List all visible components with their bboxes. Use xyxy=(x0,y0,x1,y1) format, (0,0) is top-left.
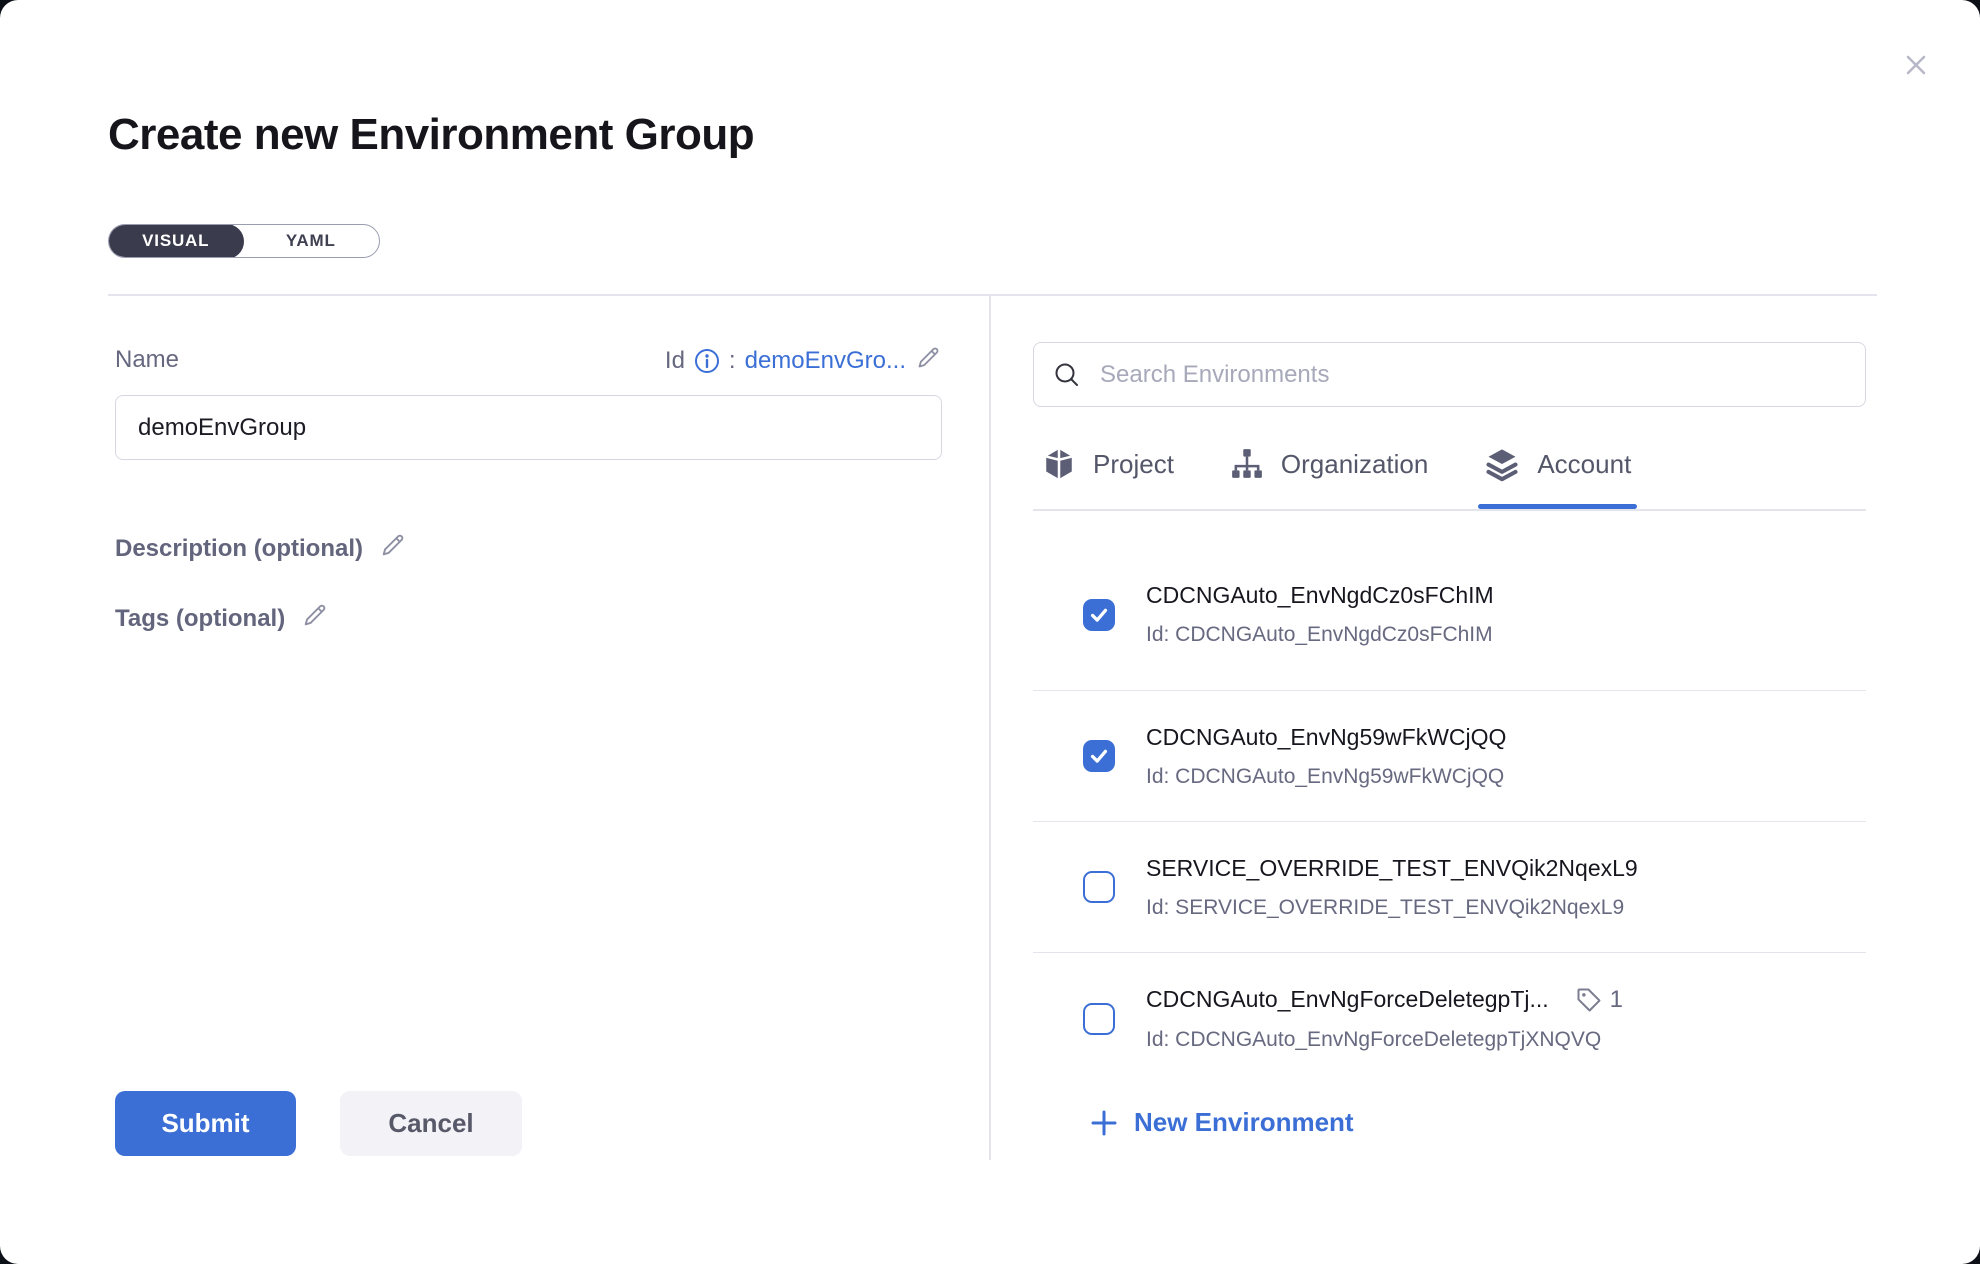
cube-icon xyxy=(1042,447,1076,481)
tag-count: 1 xyxy=(1610,986,1623,1014)
environment-name[interactable]: CDCNGAuto_EnvNgForceDeletegpTj... xyxy=(1146,986,1549,1013)
tag-badge: 1 xyxy=(1575,986,1623,1014)
page-title: Create new Environment Group xyxy=(108,110,754,160)
plus-icon xyxy=(1089,1108,1119,1138)
tag-icon xyxy=(1575,986,1603,1014)
name-input[interactable] xyxy=(115,395,942,460)
search-icon xyxy=(1052,360,1082,390)
tags-label: Tags (optional) xyxy=(115,605,285,633)
environment-row: SERVICE_OVERRIDE_TEST_ENVQik2NqexL9 Id: … xyxy=(1033,822,1866,953)
search-environments-box xyxy=(1033,342,1866,407)
environment-row: CDCNGAuto_EnvNg59wFkWCjQQ Id: CDCNGAuto_… xyxy=(1033,691,1866,822)
close-icon[interactable] xyxy=(1896,45,1936,85)
environment-id: Id: SERVICE_OVERRIDE_TEST_ENVQik2NqexL9 xyxy=(1146,896,1638,920)
toggle-visual[interactable]: VISUAL xyxy=(108,224,244,258)
layers-icon xyxy=(1484,446,1520,482)
submit-button[interactable]: Submit xyxy=(115,1091,296,1156)
edit-tags-pencil-icon[interactable] xyxy=(301,601,329,636)
environment-name[interactable]: CDCNGAuto_EnvNgdCz0sFChIM xyxy=(1146,582,1494,609)
environment-checkbox[interactable] xyxy=(1083,740,1115,772)
environment-checkbox[interactable] xyxy=(1083,1003,1115,1035)
environment-id: Id: CDCNGAuto_EnvNgdCz0sFChIM xyxy=(1146,623,1494,647)
tab-organization-label: Organization xyxy=(1281,449,1428,480)
description-label: Description (optional) xyxy=(115,535,363,563)
tab-project-label: Project xyxy=(1093,449,1174,480)
environment-row: CDCNGAuto_EnvNgdCz0sFChIM Id: CDCNGAuto_… xyxy=(1033,511,1866,691)
tab-account-label: Account xyxy=(1537,449,1631,480)
search-environments-input[interactable] xyxy=(1098,360,1847,390)
visual-yaml-toggle: VISUAL YAML xyxy=(108,224,380,258)
id-value[interactable]: demoEnvGro... xyxy=(745,347,906,375)
new-environment-button[interactable]: New Environment xyxy=(1089,1107,1354,1138)
cancel-button[interactable]: Cancel xyxy=(340,1091,522,1156)
environment-checkbox[interactable] xyxy=(1083,871,1115,903)
id-separator: : xyxy=(729,347,736,375)
environment-list: CDCNGAuto_EnvNgdCz0sFChIM Id: CDCNGAuto_… xyxy=(1033,511,1866,1052)
environment-id: Id: CDCNGAuto_EnvNg59wFkWCjQQ xyxy=(1146,765,1506,789)
environment-name[interactable]: CDCNGAuto_EnvNg59wFkWCjQQ xyxy=(1146,724,1506,751)
tags-label-row: Tags (optional) xyxy=(115,601,329,636)
edit-description-pencil-icon[interactable] xyxy=(379,531,407,566)
edit-id-pencil-icon[interactable] xyxy=(915,344,942,378)
header-divider xyxy=(108,294,1877,296)
info-icon[interactable] xyxy=(694,348,720,374)
tab-project[interactable]: Project xyxy=(1042,440,1174,488)
toggle-yaml[interactable]: YAML xyxy=(243,225,380,257)
id-line: Id : demoEnvGro... xyxy=(115,344,942,378)
environment-row: CDCNGAuto_EnvNgForceDeletegpTj... 1 Id: … xyxy=(1033,953,1866,1052)
new-environment-label: New Environment xyxy=(1134,1107,1354,1138)
environment-id: Id: CDCNGAuto_EnvNgForceDeletegpTjXNQVQ xyxy=(1146,1028,1623,1052)
org-tree-icon xyxy=(1230,447,1264,481)
create-environment-group-modal: Create new Environment Group VISUAL YAML… xyxy=(0,0,1980,1264)
column-divider xyxy=(989,296,991,1160)
environment-checkbox[interactable] xyxy=(1083,599,1115,631)
id-prefix: Id xyxy=(665,347,685,375)
tab-account[interactable]: Account xyxy=(1484,440,1631,488)
description-label-row: Description (optional) xyxy=(115,531,407,566)
tab-organization[interactable]: Organization xyxy=(1230,440,1428,488)
environment-name[interactable]: SERVICE_OVERRIDE_TEST_ENVQik2NqexL9 xyxy=(1146,855,1638,882)
scope-tabs: Project Organization Account xyxy=(1033,440,1866,510)
